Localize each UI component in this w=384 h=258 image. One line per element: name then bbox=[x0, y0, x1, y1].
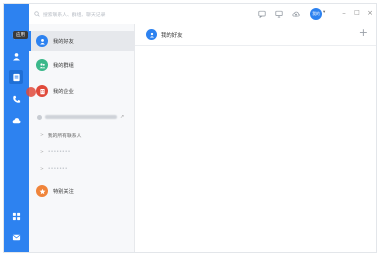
mail-icon[interactable] bbox=[9, 230, 23, 244]
page-title: 我的好友 bbox=[161, 32, 183, 39]
sidebar-item-label: 特别关注 bbox=[53, 188, 74, 195]
friends-icon bbox=[36, 35, 48, 47]
external-link-icon[interactable]: ↗ bbox=[120, 114, 124, 120]
search-icon bbox=[34, 11, 40, 17]
grid-icon[interactable] bbox=[9, 209, 23, 223]
monitor-icon[interactable] bbox=[274, 9, 284, 19]
org-subitem-label: 我的所有联系人 bbox=[47, 134, 82, 139]
main-header: 我的好友 + bbox=[135, 24, 376, 46]
add-contact-button[interactable]: + bbox=[359, 27, 368, 38]
minimize-button[interactable]: – bbox=[339, 8, 349, 18]
chevron-down-icon[interactable]: ▾ bbox=[323, 10, 325, 15]
friends-icon bbox=[146, 29, 157, 40]
sidebar-item-label: 我的好友 bbox=[53, 38, 74, 45]
contacts-panel: 我的好友 我的群组 我的企业 ↗ > 我的所有联系人 > •••••••• > … bbox=[29, 24, 135, 252]
maximize-button[interactable]: □ bbox=[352, 8, 362, 18]
sidebar-item-label: 我的企业 bbox=[53, 88, 74, 95]
main-panel: 我的好友 + bbox=[135, 24, 376, 252]
star-icon bbox=[36, 185, 48, 197]
search-box[interactable]: 搜索联系人、群组、聊天记录 bbox=[34, 9, 154, 19]
sidebar-item-label: 我的群组 bbox=[53, 62, 74, 69]
click-marker bbox=[26, 87, 36, 97]
sidebar-item-special[interactable]: 特别关注 bbox=[29, 181, 135, 201]
user-avatar[interactable]: 我的 bbox=[310, 8, 322, 20]
rail-tooltip: 应用 bbox=[13, 31, 28, 39]
org-subitem-label: •••••••• bbox=[47, 150, 71, 155]
organization-name-redacted bbox=[45, 115, 117, 119]
cloud-icon[interactable] bbox=[9, 113, 23, 127]
enterprise-icon bbox=[36, 85, 48, 97]
left-rail: 应用 bbox=[4, 4, 29, 252]
message-icon[interactable] bbox=[257, 9, 267, 19]
cloud-upload-icon[interactable] bbox=[291, 9, 301, 19]
org-subitem[interactable]: > •••••••• bbox=[40, 148, 70, 157]
contacts-icon[interactable] bbox=[9, 49, 23, 63]
sidebar-item-groups[interactable]: 我的群组 bbox=[29, 55, 135, 75]
organization-header[interactable]: ↗ bbox=[37, 113, 129, 121]
org-subitem[interactable]: > ••••••• bbox=[40, 165, 68, 174]
org-subitem-label: ••••••• bbox=[47, 167, 68, 172]
chevron-right-icon: > bbox=[40, 150, 44, 155]
chevron-right-icon: > bbox=[40, 133, 44, 138]
close-button[interactable]: × bbox=[365, 8, 375, 18]
search-input[interactable]: 搜索联系人、群组、聊天记录 bbox=[43, 11, 105, 18]
apps-icon[interactable] bbox=[9, 70, 23, 84]
chevron-right-icon: > bbox=[40, 167, 44, 172]
organization-icon bbox=[37, 114, 42, 120]
app-window: 应用 搜索联系人、群组、聊天记录 我的 ▾ – □ × 我的好友 我的群组 我的… bbox=[3, 3, 377, 253]
org-subitem[interactable]: > 我的所有联系人 bbox=[40, 131, 81, 140]
group-icon bbox=[36, 59, 48, 71]
sidebar-item-enterprise[interactable]: 我的企业 bbox=[29, 81, 135, 101]
selection-indicator bbox=[29, 31, 31, 51]
top-bar: 搜索联系人、群组、聊天记录 我的 ▾ – □ × bbox=[29, 4, 376, 24]
sidebar-item-friends[interactable]: 我的好友 bbox=[29, 31, 135, 51]
phone-icon[interactable] bbox=[9, 92, 23, 106]
